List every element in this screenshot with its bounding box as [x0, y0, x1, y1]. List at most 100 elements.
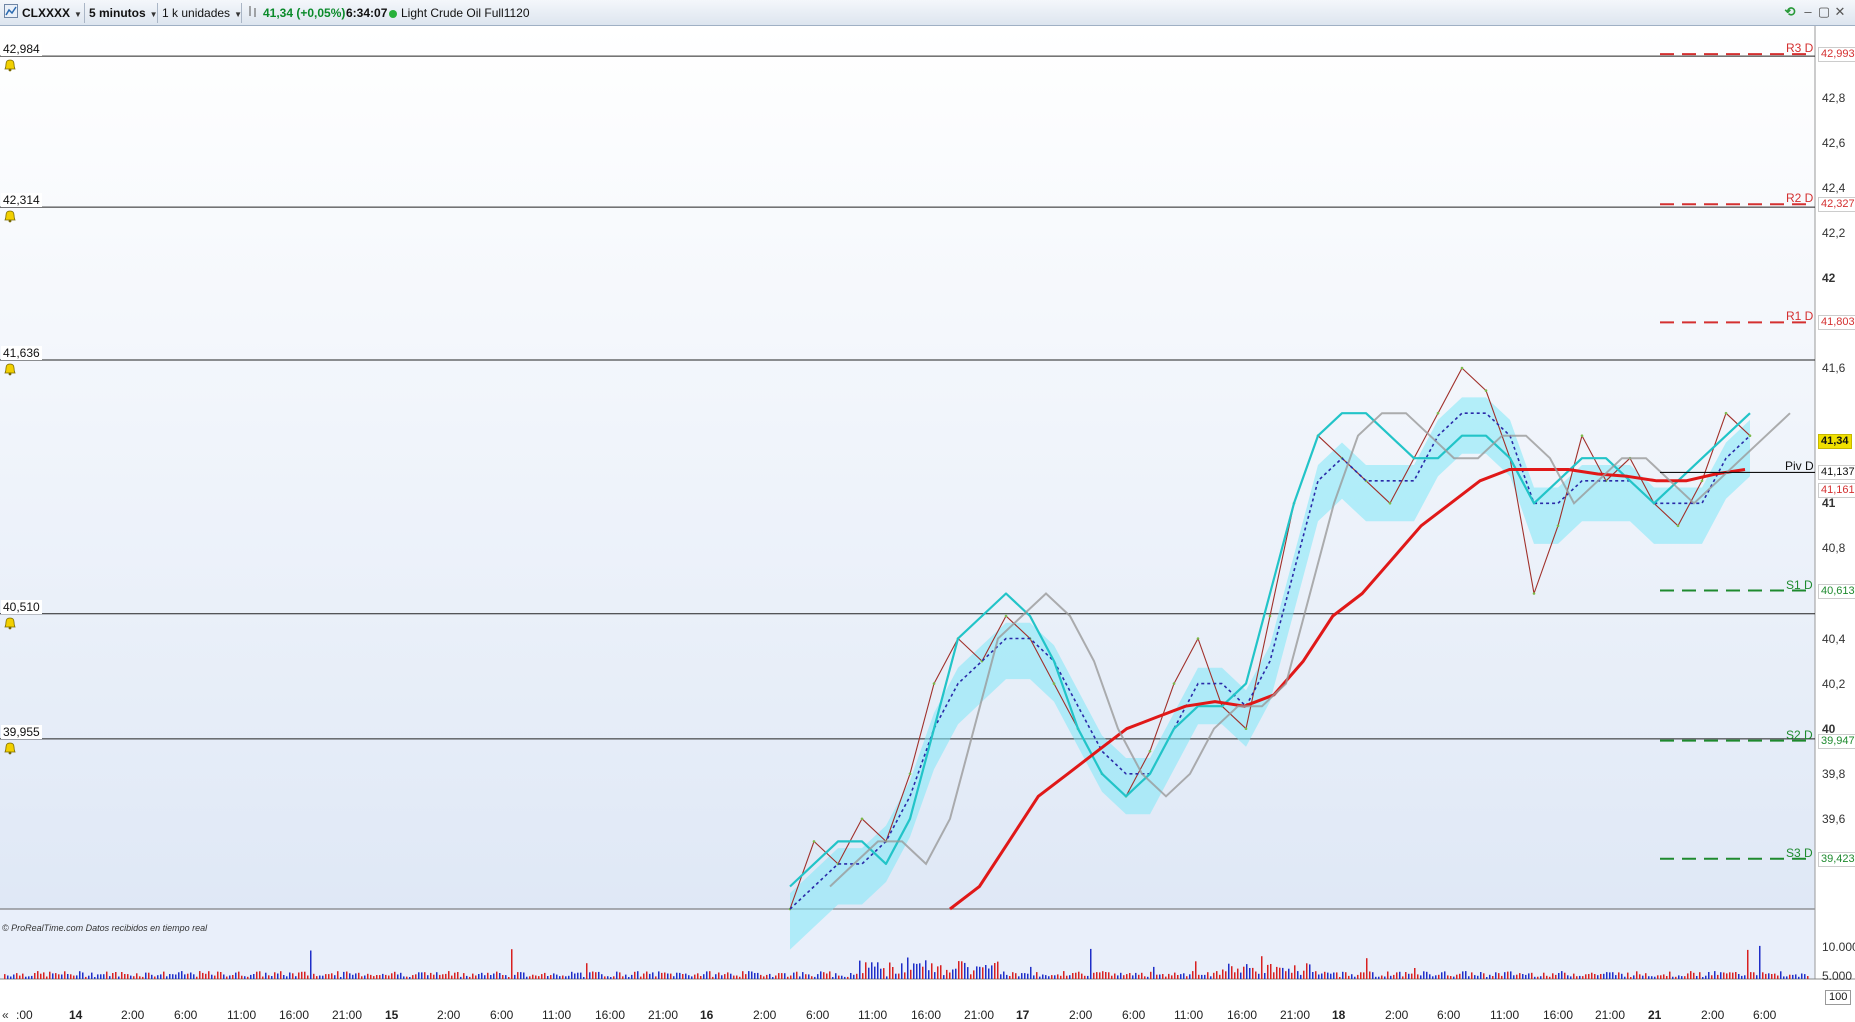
volume-bar	[88, 975, 90, 979]
volume-bar	[658, 971, 660, 979]
volume-bar	[52, 973, 54, 979]
volume-bar	[1684, 976, 1686, 979]
volume-bar	[1555, 974, 1557, 979]
volume-bar	[1762, 972, 1764, 979]
volume-bar	[1111, 975, 1113, 979]
volume-bar	[130, 975, 132, 979]
volume-bar	[1636, 971, 1638, 979]
volume-bar	[757, 972, 759, 979]
volume-bar	[7, 975, 9, 979]
volume-bar	[1309, 964, 1311, 979]
volume-bar	[1435, 975, 1437, 979]
volume-bar	[916, 963, 918, 979]
volume-bar	[1024, 973, 1026, 979]
volume-bar	[160, 974, 162, 979]
y-axis-tick-label: 41	[1822, 496, 1836, 511]
volume-bar	[31, 975, 33, 979]
volume-axis-label: 10.000	[1822, 940, 1855, 954]
volume-bar	[1768, 973, 1770, 979]
alert-level-label[interactable]: 39,955	[1, 724, 42, 739]
alert-level-label[interactable]: 42,984	[1, 42, 42, 57]
volume-bar	[55, 973, 57, 979]
volume-bar	[850, 973, 852, 979]
volume-bar	[1720, 972, 1722, 979]
volume-bar	[817, 974, 819, 979]
bell-icon[interactable]	[2, 209, 18, 223]
pivot-name-label: S1 D	[1786, 577, 1813, 592]
volume-bar	[1633, 975, 1635, 979]
alert-level-label[interactable]: 41,636	[1, 345, 42, 360]
symbol-label: CLXXXX	[22, 6, 71, 20]
volume-bar	[1405, 972, 1407, 979]
volume-bar	[94, 977, 96, 979]
volume-bar	[403, 976, 405, 979]
volume-bar	[541, 974, 543, 979]
volume-bar	[865, 962, 867, 979]
volume-bar	[979, 966, 981, 979]
minimize-icon[interactable]: –	[1800, 3, 1816, 21]
volume-bar	[1648, 976, 1650, 979]
volume-bar	[1345, 972, 1347, 979]
volume-bar	[1639, 974, 1641, 979]
price-point	[1676, 524, 1680, 528]
volume-bar	[946, 969, 948, 979]
volume-bar	[1078, 971, 1080, 979]
volume-bar	[1168, 973, 1170, 979]
bell-icon[interactable]	[2, 616, 18, 630]
volume-bar	[535, 975, 537, 979]
timeframe-selector[interactable]: 5 minutos ▼	[89, 4, 158, 22]
alert-level-label[interactable]: 40,510	[1, 599, 42, 614]
volume-bar	[985, 965, 987, 979]
volume-bar	[13, 974, 15, 979]
toolbar-divider	[157, 3, 158, 23]
volume-bar	[1465, 971, 1467, 979]
volume-bar	[313, 973, 315, 979]
volume-bar	[28, 976, 30, 979]
y-axis-tick-label: 40	[1822, 721, 1836, 736]
volume-bar	[1801, 973, 1803, 979]
x-axis-tick-label: :00	[16, 1008, 33, 1022]
bell-icon[interactable]	[2, 58, 18, 72]
chart-area[interactable]: 42,984 42,314 41,636 40,510 39,955 R3 D 42,99…	[0, 26, 1855, 1022]
close-icon[interactable]: ✕	[1832, 3, 1848, 21]
volume-bar	[1705, 975, 1707, 979]
chart-type-icon[interactable]	[4, 4, 18, 22]
bell-icon[interactable]	[2, 362, 18, 376]
chevron-down-icon: ▼	[74, 10, 82, 19]
volume-bar	[1057, 974, 1059, 979]
volume-bar	[1594, 974, 1596, 979]
bell-icon[interactable]	[2, 741, 18, 755]
x-axis-tick-label: 11:00	[1174, 1008, 1204, 1022]
volume-bar	[580, 972, 582, 979]
volume-bar	[577, 972, 579, 979]
volume-bar	[763, 976, 765, 979]
volume-bar	[1069, 975, 1071, 979]
volume-bar	[928, 970, 930, 979]
volume-bar	[346, 971, 348, 979]
volume-bar	[1279, 967, 1281, 979]
volume-bar	[1159, 974, 1161, 979]
symbol-selector[interactable]: CLXXXX ▼	[22, 4, 82, 22]
volume-bar	[37, 971, 39, 979]
volume-bar	[1126, 974, 1128, 979]
maximize-icon[interactable]: ▢	[1816, 3, 1832, 21]
volume-bar	[1195, 961, 1197, 979]
units-selector[interactable]: 1 k unidades ▼	[162, 4, 242, 22]
volume-bar	[1093, 972, 1095, 979]
volume-bar	[415, 974, 417, 979]
volume-bar	[1402, 976, 1404, 979]
volume-bar	[1102, 971, 1104, 979]
volume-bar	[589, 972, 591, 979]
volume-scale-box[interactable]: 100	[1825, 990, 1852, 1005]
scroll-left-button[interactable]: «	[2, 1008, 9, 1022]
x-axis-tick-label: 6:00	[1122, 1008, 1146, 1022]
volume-bar	[1525, 974, 1527, 979]
volume-bar	[1489, 974, 1491, 979]
alert-level-label[interactable]: 42,314	[1, 193, 42, 208]
volume-bar	[1513, 975, 1515, 979]
x-axis-tick-label: 6:00	[1753, 1008, 1777, 1022]
volume-bar	[424, 972, 426, 979]
volume-bar	[1189, 974, 1191, 979]
volume-bar	[1192, 971, 1194, 979]
refresh-icon[interactable]: ⟲	[1782, 3, 1798, 21]
